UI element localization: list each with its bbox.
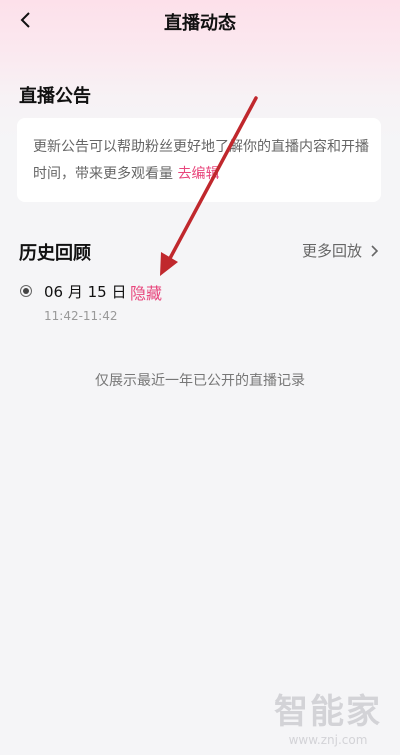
- nav-bar: 直播动态: [0, 0, 400, 44]
- chevron-right-icon: [371, 244, 379, 257]
- watermark: 智能家 www.znj.com: [274, 684, 382, 747]
- hide-link[interactable]: 隐藏: [130, 280, 162, 304]
- notice-card: 更新公告可以帮助粉丝更好地了解你的直播内容和开播时间，带来更多观看量 去编辑: [17, 118, 381, 202]
- history-footnote: 仅展示最近一年已公开的直播记录: [95, 373, 305, 389]
- watermark-logo: 智能家: [274, 692, 382, 732]
- record-time: 11:42-11:42: [44, 309, 118, 323]
- more-replays-link[interactable]: 更多回放: [302, 240, 380, 261]
- notice-text: 更新公告可以帮助粉丝更好地了解你的直播内容和开播时间，带来更多观看量 去编辑: [33, 134, 369, 188]
- record-date: 06 月 15 日: [44, 283, 127, 301]
- page-title: 直播动态: [164, 13, 236, 34]
- watermark-url: www.znj.com: [288, 733, 368, 747]
- notice-heading: 直播公告: [19, 86, 91, 107]
- record-radio[interactable]: [20, 285, 32, 297]
- more-replays-label: 更多回放: [301, 242, 362, 260]
- history-heading: 历史回顾: [19, 243, 91, 264]
- edit-link[interactable]: 去编辑: [177, 166, 219, 182]
